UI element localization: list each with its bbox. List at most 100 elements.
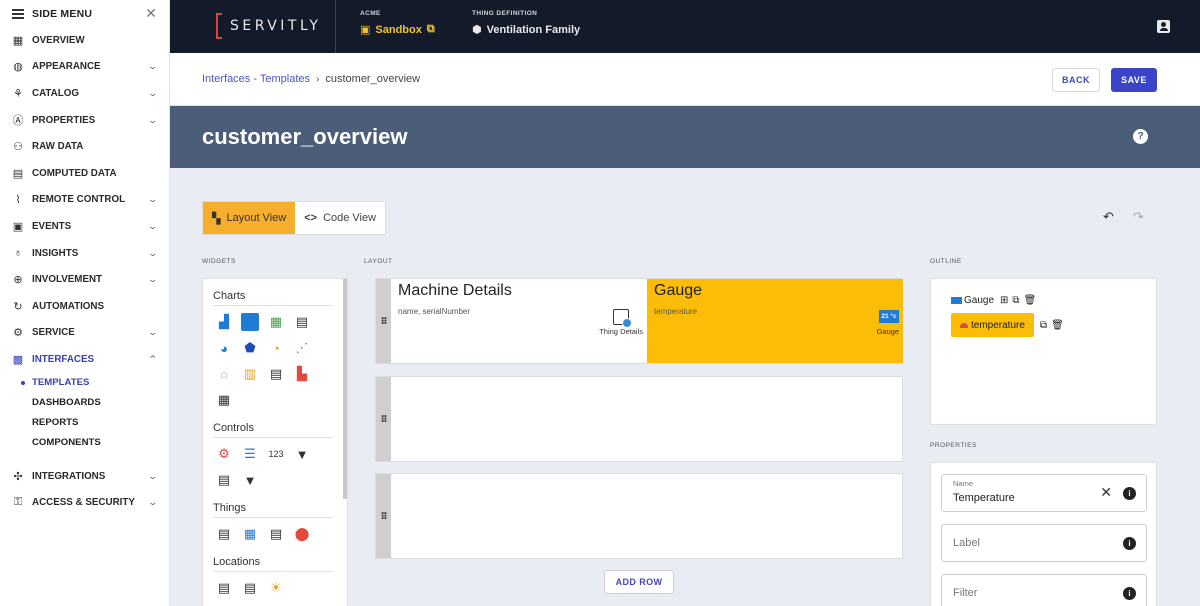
chevron-up-icon: ⌃ xyxy=(147,353,159,364)
sidebar-item-interfaces[interactable]: ▩ INTERFACES ⌃ xyxy=(0,346,169,373)
numeric-input-widget-icon[interactable]: 123 xyxy=(265,443,287,465)
thing-map-widget-icon[interactable]: ⬤ xyxy=(291,523,313,545)
thing-details-widget-icon[interactable]: ▤ xyxy=(213,523,235,545)
drag-handle-icon[interactable]: ⁝⁝ xyxy=(376,474,391,558)
layout-icon: ▚ xyxy=(212,212,221,225)
sidebar-item-automations[interactable]: ↻ AUTOMATIONS xyxy=(0,293,169,320)
breadcrumb-bar: Interfaces - Templates › customer_overvi… xyxy=(170,53,1200,106)
help-icon[interactable]: ? xyxy=(1133,129,1148,144)
editor-workspace: ▚ Layout View <> Code View ↶ ↷ WIDGETS L… xyxy=(170,168,1200,606)
add-icon[interactable]: ⊞ xyxy=(1000,295,1008,306)
sidebar-item-integrations[interactable]: ✣ INTEGRATIONS ⌄ xyxy=(0,463,169,490)
sidebar-item-access-security[interactable]: ⚿ ACCESS & SECURITY ⌄ xyxy=(0,489,169,516)
filter-field[interactable]: Filter i xyxy=(941,574,1147,606)
tab-code-view[interactable]: <> Code View xyxy=(295,202,385,234)
form-widget-icon[interactable]: ▤ xyxy=(213,469,235,491)
info-icon[interactable]: i xyxy=(1123,587,1136,600)
gauge-widget-icon[interactable]: ◔ xyxy=(265,337,287,359)
acme-context[interactable]: ACME ▣ Sandbox ⧉ xyxy=(360,10,435,36)
widget-group-title: Locations xyxy=(213,545,333,572)
report-widget-icon[interactable]: ▤ xyxy=(265,363,287,385)
pie-chart-widget-icon[interactable]: ◕ xyxy=(213,337,235,359)
sidebar-item-catalog[interactable]: ⚘ CATALOG ⌄ xyxy=(0,80,169,107)
scatter-chart-widget-icon[interactable]: ⋰ xyxy=(291,337,313,359)
user-account-icon[interactable] xyxy=(1157,20,1170,33)
add-row-button[interactable]: ADD ROW xyxy=(604,570,674,594)
sidebar-item-raw-data[interactable]: ⚇ RAW DATA xyxy=(0,133,169,160)
close-icon[interactable]: ✕ xyxy=(145,5,157,22)
layout-row[interactable]: ⁝⁝ xyxy=(375,473,903,559)
grid-chart-widget-icon[interactable]: ▦ xyxy=(265,311,287,333)
side-menu: SIDE MENU ✕ ▦ OVERVIEW ◍ APPEARANCE ⌄ ⚘ CATA… xyxy=(0,0,170,606)
undo-icon[interactable]: ↶ xyxy=(1103,209,1114,225)
copy-icon[interactable]: ⧉ xyxy=(1040,320,1047,331)
sidebar-item-insights[interactable]: ♁ INSIGHTS ⌄ xyxy=(0,240,169,267)
slider-widget-icon[interactable]: ☰ xyxy=(239,443,261,465)
drag-handle-icon[interactable]: ⁝⁝ xyxy=(376,377,391,461)
top-bar: SERVITLY ACME ▣ Sandbox ⧉ THING DEFINITI… xyxy=(170,0,1200,53)
filter-widget-icon[interactable]: ▼ xyxy=(291,443,313,465)
breadcrumb-link-templates[interactable]: Interfaces - Templates xyxy=(202,73,310,85)
filter-settings-widget-icon[interactable]: ▼ xyxy=(239,469,261,491)
layout-row[interactable]: ⁝⁝ xyxy=(375,376,903,462)
sidebar-item-overview[interactable]: ▦ OVERVIEW xyxy=(0,27,169,54)
hamburger-icon[interactable] xyxy=(12,8,24,19)
sidebar-item-properties[interactable]: Ⓐ PROPERTIES ⌄ xyxy=(0,107,169,134)
clear-icon[interactable]: ✕ xyxy=(1100,484,1112,501)
sidebar-item-events[interactable]: ▣ EVENTS ⌄ xyxy=(0,213,169,240)
info-icon[interactable]: i xyxy=(1123,537,1136,550)
back-button[interactable]: BACK xyxy=(1052,68,1100,92)
layout-row[interactable]: ⁝⁝ Machine Details name, serialNumber Th… xyxy=(375,278,903,364)
brand-logo[interactable]: SERVITLY xyxy=(216,13,321,39)
layout-cell-machine-details[interactable]: Machine Details name, serialNumber Thing… xyxy=(391,279,647,363)
copy-icon[interactable]: ⧉ xyxy=(1012,295,1019,306)
raw-data-icon: ⚇ xyxy=(13,141,23,154)
layout-cell-gauge[interactable]: Gauge temperature 21 °c Gauge xyxy=(647,279,903,363)
label-field[interactable]: Label i xyxy=(941,524,1147,562)
bar-chart-widget-icon[interactable]: ▟ xyxy=(213,311,235,333)
sidebar-item-remote-control[interactable]: ⌇ REMOTE CONTROL ⌄ xyxy=(0,187,169,214)
tab-layout-view[interactable]: ▚ Layout View xyxy=(203,202,296,234)
widgets-scrollbar[interactable] xyxy=(343,279,347,499)
timeline-widget-icon[interactable]: ▥ xyxy=(239,363,261,385)
drag-handle-icon[interactable]: ⁝⁝ xyxy=(376,279,391,363)
properties-panel: Name Temperature ✕ i Label i Filter i xyxy=(930,462,1157,606)
alert-list-widget-icon[interactable]: ▤ xyxy=(291,311,313,333)
sidebar-subitem-reports[interactable]: REPORTS xyxy=(0,413,169,433)
thing-table-widget-icon[interactable]: ▤ xyxy=(265,523,287,545)
location-details-widget-icon[interactable]: ▤ xyxy=(213,577,235,599)
sidebar-subitem-dashboards[interactable]: DASHBOARDS xyxy=(0,393,169,413)
redo-icon[interactable]: ↷ xyxy=(1133,209,1144,225)
name-field-value[interactable]: Temperature xyxy=(953,492,1015,504)
radar-chart-widget-icon[interactable]: ⬟ xyxy=(239,337,261,359)
thing-definition-context[interactable]: THING DEFINITION ⬢ Ventilation Family xyxy=(472,10,580,36)
name-field[interactable]: Name Temperature ✕ i xyxy=(941,474,1147,512)
column-chart-widget-icon[interactable]: ▙ xyxy=(291,363,313,385)
chevron-down-icon: ⌄ xyxy=(147,194,159,205)
delete-icon[interactable]: 🗑 xyxy=(1024,295,1037,306)
info-icon[interactable]: i xyxy=(1123,487,1136,500)
control-widget-icon[interactable]: ⚙ xyxy=(213,443,235,465)
save-button[interactable]: SAVE xyxy=(1111,68,1157,92)
chevron-down-icon: ⌄ xyxy=(147,87,159,98)
donut-chart-widget-icon[interactable]: ◌ xyxy=(213,363,235,385)
sidebar-subitem-templates[interactable]: TEMPLATES xyxy=(0,373,169,393)
thing-list-widget-icon[interactable]: ▦ xyxy=(239,523,261,545)
location-list-widget-icon[interactable]: ▤ xyxy=(239,577,261,599)
external-link-icon[interactable]: ⧉ xyxy=(427,23,435,36)
sidebar-item-appearance[interactable]: ◍ APPEARANCE ⌄ xyxy=(0,54,169,81)
weather-widget-icon[interactable]: ☀ xyxy=(265,577,287,599)
outline-section-label: OUTLINE xyxy=(930,258,962,265)
selected-node-chip[interactable]: temperature xyxy=(951,313,1034,337)
sidebar-subitem-components[interactable]: COMPONENTS xyxy=(0,433,169,453)
table-widget-icon[interactable]: ▦ xyxy=(213,389,235,411)
sidebar-item-involvement[interactable]: ⊕ INVOLVEMENT ⌄ xyxy=(0,266,169,293)
delete-icon[interactable]: 🗑 xyxy=(1051,320,1064,331)
outline-node-gauge[interactable]: Gauge ⊞ ⧉ 🗑 xyxy=(951,295,1036,306)
outline-node-temperature[interactable]: temperature ⧉ 🗑 xyxy=(951,313,1064,337)
value-card-widget-icon[interactable] xyxy=(239,311,261,333)
sidebar-item-service[interactable]: ⚙ SERVICE ⌄ xyxy=(0,320,169,347)
breadcrumb: Interfaces - Templates › customer_overvi… xyxy=(202,73,420,85)
sidebar-item-computed-data[interactable]: ▤ COMPUTED DATA xyxy=(0,160,169,187)
overview-icon: ▦ xyxy=(12,34,24,47)
